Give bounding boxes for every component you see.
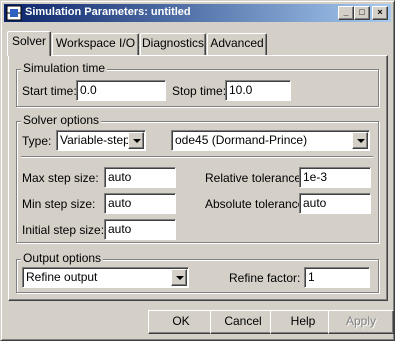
relative-tolerance-label: Relative tolerance: xyxy=(205,171,305,185)
absolute-tolerance-label: Absolute tolerance: xyxy=(205,197,308,211)
tab-solver[interactable]: Solver xyxy=(7,31,51,56)
solver-panel: Simulation time Start time: 0.0 Stop tim… xyxy=(8,55,388,301)
relative-tolerance-input[interactable]: 1e-3 xyxy=(299,167,371,188)
close-icon: × xyxy=(377,7,383,17)
tab-label: Diagnostics xyxy=(141,36,205,50)
stop-time-input[interactable]: 10.0 xyxy=(225,80,291,101)
initial-step-input[interactable]: auto xyxy=(104,219,176,240)
start-time-input[interactable]: 0.0 xyxy=(76,80,166,101)
apply-button[interactable]: Apply xyxy=(328,310,394,334)
solver-options-divider xyxy=(21,156,373,158)
close-button[interactable]: × xyxy=(372,6,388,20)
maximize-icon: □ xyxy=(359,7,365,17)
simulation-time-legend: Simulation time xyxy=(21,61,108,75)
help-button[interactable]: Help xyxy=(270,310,336,334)
refine-factor-label: Refine factor: xyxy=(229,271,301,285)
solver-value: ode45 (Dormand-Prince) xyxy=(175,133,308,147)
initial-step-label: Initial step size: xyxy=(22,223,105,237)
start-time-label: Start time: xyxy=(22,84,77,98)
title-bar[interactable]: Simulation Parameters: untitled _ □ × xyxy=(4,4,391,22)
solver-options-legend: Solver options xyxy=(21,113,102,127)
max-step-label: Max step size: xyxy=(22,171,99,185)
solver-type-value: Variable-step xyxy=(60,133,130,147)
refine-factor-input[interactable]: 1 xyxy=(304,267,370,288)
minimize-button[interactable]: _ xyxy=(338,6,354,20)
min-step-label: Min step size: xyxy=(22,197,96,211)
output-options-legend: Output options xyxy=(21,251,104,265)
output-options-select[interactable]: Refine output xyxy=(22,267,189,288)
tab-advanced[interactable]: Advanced xyxy=(207,33,267,55)
window-title: Simulation Parameters: untitled xyxy=(25,6,191,18)
min-step-input[interactable]: auto xyxy=(104,193,176,214)
tab-workspace-io[interactable]: Workspace I/O xyxy=(52,33,139,55)
output-options-value: Refine output xyxy=(26,270,98,284)
ok-button[interactable]: OK xyxy=(148,310,214,334)
tab-label: Solver xyxy=(11,34,46,48)
absolute-tolerance-input[interactable]: auto xyxy=(299,193,371,214)
chevron-down-icon[interactable] xyxy=(171,269,187,286)
tab-label: Workspace I/O xyxy=(55,36,136,50)
tab-diagnostics[interactable]: Diagnostics xyxy=(140,33,206,55)
stop-time-label: Stop time: xyxy=(172,84,227,98)
simulation-parameters-dialog: Simulation Parameters: untitled _ □ × So… xyxy=(0,0,395,341)
chevron-down-icon[interactable] xyxy=(352,132,368,149)
tab-label: Advanced xyxy=(210,36,264,50)
solver-select[interactable]: ode45 (Dormand-Prince) xyxy=(171,130,370,151)
chevron-down-icon[interactable] xyxy=(128,132,144,149)
minimize-icon: _ xyxy=(343,7,349,17)
max-step-input[interactable]: auto xyxy=(104,167,176,188)
simulink-block-icon xyxy=(6,5,22,21)
solver-type-select[interactable]: Variable-step xyxy=(56,130,146,151)
maximize-button[interactable]: □ xyxy=(354,6,370,20)
solver-type-label: Type: xyxy=(22,134,52,148)
cancel-button[interactable]: Cancel xyxy=(210,310,276,334)
